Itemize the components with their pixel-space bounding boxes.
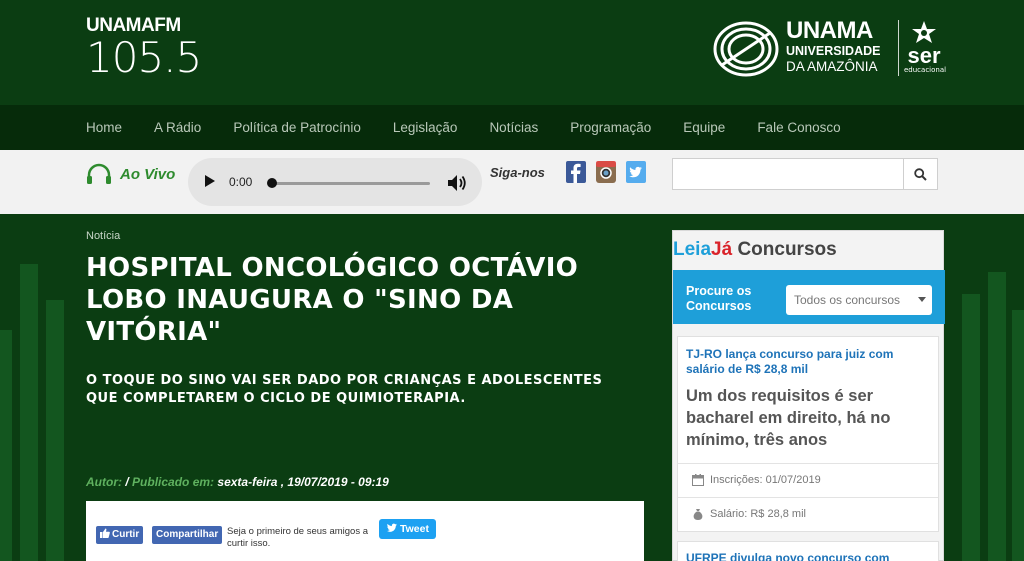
site-header: UNAMAFM 105.5 UNAMA UNIVERSIDADE DA AMAZ… bbox=[0, 0, 1024, 105]
unama-fm-logo[interactable]: UNAMAFM 105.5 bbox=[86, 16, 208, 82]
volume-icon[interactable] bbox=[446, 172, 468, 194]
unama-subtitle-2: DA AMAZÔNIA bbox=[786, 59, 878, 74]
logo-divider bbox=[898, 20, 899, 76]
leiaja-concursos-widget: LeiaJá Concursos Procure os Concursos To… bbox=[672, 230, 945, 561]
facebook-like-button[interactable]: Curtir bbox=[96, 526, 144, 544]
nav-item-politica-patrocinio[interactable]: Política de Patrocínio bbox=[233, 105, 361, 150]
audio-time: 0:00 bbox=[229, 175, 253, 189]
article-subheadline: O TOQUE DO SINO VAI SER DADO POR CRIANÇA… bbox=[86, 373, 603, 406]
unama-university-logo[interactable]: UNAMA UNIVERSIDADE DA AMAZÔNIA ser educa… bbox=[712, 18, 947, 82]
nav-item-programacao[interactable]: Programação bbox=[570, 105, 651, 150]
unama-wordmark: UNAMA UNIVERSIDADE DA AMAZÔNIA bbox=[786, 18, 896, 75]
nav-item-home[interactable]: Home bbox=[86, 105, 122, 150]
published-date: sexta-feira , 19/07/2019 - 09:19 bbox=[217, 475, 389, 489]
nav-item-noticias[interactable]: Notícias bbox=[489, 105, 538, 150]
audio-progress-thumb[interactable] bbox=[267, 178, 277, 188]
twitter-bird-icon bbox=[386, 523, 397, 532]
nav-item-legislacao[interactable]: Legislação bbox=[393, 105, 458, 150]
card-divider bbox=[678, 463, 938, 464]
thumbs-up-icon bbox=[100, 528, 110, 538]
chevron-down-icon bbox=[918, 297, 926, 302]
concurso-inscricoes: Inscrições: 01/07/2019 bbox=[692, 474, 821, 486]
facebook-share-button[interactable]: Compartilhar bbox=[152, 526, 223, 544]
card-divider bbox=[678, 497, 938, 498]
play-button[interactable] bbox=[205, 175, 215, 187]
search-input[interactable] bbox=[673, 159, 904, 189]
live-label: Ao Vivo bbox=[120, 165, 176, 183]
salario-text: Salário: R$ 28,8 mil bbox=[710, 508, 806, 520]
search-icon bbox=[914, 167, 927, 181]
follow-label: Siga-nos bbox=[490, 165, 545, 180]
radio-logo-frequency: 105.5 bbox=[86, 33, 202, 82]
ser-wordmark: ser bbox=[907, 43, 941, 68]
brand-concursos: Concursos bbox=[732, 239, 837, 260]
main-nav: Home A Rádio Política de Patrocínio Legi… bbox=[0, 105, 1024, 150]
audio-player: 0:00 bbox=[188, 158, 482, 206]
widget-brand-title[interactable]: LeiaJá Concursos bbox=[673, 235, 943, 269]
brand-ja: Já bbox=[711, 239, 733, 260]
published-label: Publicado em: bbox=[132, 475, 215, 489]
meta-slash: / bbox=[125, 475, 129, 489]
ser-subtitle: educacional bbox=[904, 66, 947, 74]
concursos-select-value: Todos os concursos bbox=[794, 293, 901, 307]
filter-label-text: Procure os Concursos bbox=[686, 284, 752, 313]
player-bar: Ao Vivo 0:00 Siga-nos bbox=[0, 150, 1024, 214]
concursos-select[interactable]: Todos os concursos bbox=[786, 285, 932, 315]
unama-swirl-icon bbox=[713, 21, 779, 77]
article-meta: Autor: / Publicado em: sexta-feira , 19/… bbox=[86, 475, 389, 489]
article-headline: HOSPITAL ONCOLÓGICO OCTÁVIO LOBO INAUGUR… bbox=[86, 253, 579, 347]
concurso-card[interactable]: TJ-RO lança concurso para juiz com salár… bbox=[677, 336, 939, 532]
facebook-icon[interactable] bbox=[566, 161, 586, 183]
tweet-label: Tweet bbox=[400, 523, 429, 535]
facebook-social-text: Seja o primeiro de seus amigos a curtir … bbox=[227, 526, 368, 549]
live-indicator[interactable]: Ao Vivo bbox=[86, 162, 175, 186]
concurso-salario: Salário: R$ 28,8 mil bbox=[692, 508, 806, 520]
search-box bbox=[672, 158, 938, 190]
share-box: Curtir Compartilhar Seja o primeiro de s… bbox=[86, 501, 644, 561]
calendar-icon bbox=[692, 474, 704, 486]
author-label: Autor: bbox=[86, 475, 122, 489]
concurso-card[interactable]: UFRPE divulga novo concurso com bbox=[677, 541, 939, 561]
tweet-button[interactable]: Tweet bbox=[379, 519, 436, 539]
nav-item-equipe[interactable]: Equipe bbox=[683, 105, 725, 150]
twitter-icon[interactable] bbox=[626, 161, 646, 183]
audio-progress-track[interactable] bbox=[270, 182, 430, 185]
instagram-icon[interactable] bbox=[596, 161, 616, 183]
article-category[interactable]: Notícia bbox=[86, 230, 646, 242]
brand-leia: Leia bbox=[673, 239, 712, 260]
unama-title: UNAMA bbox=[786, 17, 873, 44]
facebook-share-label: Compartilhar bbox=[156, 529, 219, 540]
ser-educacional-logo: ser educacional bbox=[904, 18, 947, 80]
concurso-description: Um dos requisitos é ser bacharel em dire… bbox=[686, 387, 891, 449]
ser-star-icon bbox=[912, 21, 936, 43]
headphones-icon bbox=[87, 163, 111, 184]
facebook-like-label: Curtir bbox=[112, 529, 140, 540]
money-bag-icon bbox=[693, 509, 703, 520]
unama-subtitle-1: UNIVERSIDADE bbox=[786, 44, 881, 58]
inscricoes-text: Inscrições: 01/07/2019 bbox=[710, 474, 821, 486]
nav-item-a-radio[interactable]: A Rádio bbox=[154, 105, 201, 150]
article: Notícia HOSPITAL ONCOLÓGICO OCTÁVIO LOBO… bbox=[86, 230, 646, 408]
concurso-title[interactable]: UFRPE divulga novo concurso com bbox=[686, 551, 936, 561]
search-button[interactable] bbox=[903, 159, 937, 189]
filter-label: Procure os Concursos bbox=[686, 284, 771, 314]
concursos-filter-bar: Procure os Concursos Todos os concursos bbox=[673, 270, 945, 324]
nav-item-fale-conosco[interactable]: Fale Conosco bbox=[757, 105, 840, 150]
concurso-title[interactable]: TJ-RO lança concurso para juiz com salár… bbox=[686, 347, 926, 377]
